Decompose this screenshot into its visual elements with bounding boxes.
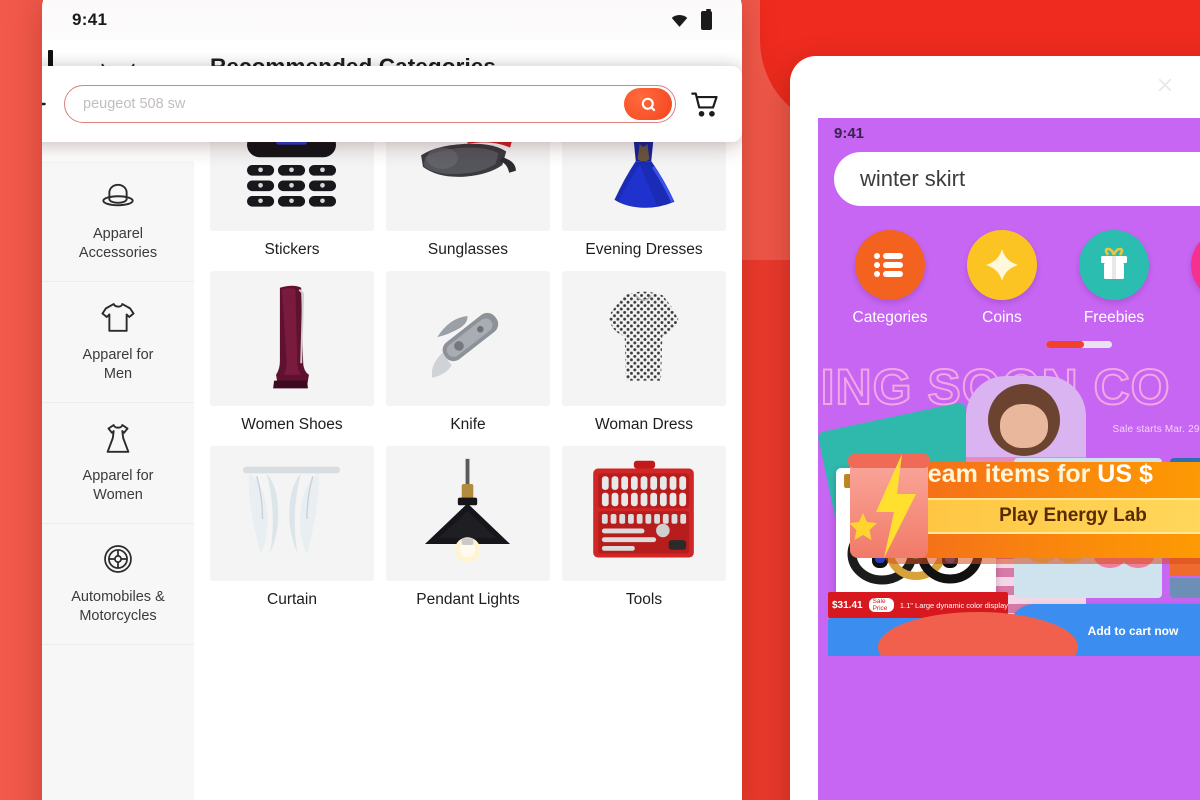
category-card[interactable]: Tools [562,446,726,609]
recommended-categories-panel: Recommended Categories [194,40,742,800]
quick-action-row: Categories Coins Freebies [818,206,1200,327]
category-card[interactable]: Pendant Lights [386,446,550,609]
tablet-clock: 9:41 [72,10,108,29]
banner-title-bold: US $ [1097,460,1153,488]
sidebar-item-label: Automobiles & Motorcycles [71,589,165,624]
category-label: Woman Dress [595,416,693,433]
carousel-progress-bar[interactable] [1046,341,1112,348]
sidebar-item-apparel-for-men[interactable]: Apparel for Men [42,282,194,403]
category-card[interactable]: Woman Dress [562,271,726,434]
product-feature: 1.1" Large dynamic color display [899,600,1008,610]
folding-knife-image [386,271,550,406]
category-label: Curtain [267,591,317,608]
quick-action-categories[interactable]: Categories [846,230,934,327]
list-icon [855,230,925,300]
sale-start-note: Sale starts Mar. 29, 0:00 PT [1112,424,1200,435]
energy-lab-promo-banner[interactable]: Dream items for US $ Play Energy Lab [846,448,1200,568]
phone-search-bar[interactable]: winter skirt [834,152,1200,206]
category-label: Sunglasses [427,241,509,258]
search-overlay-bar [42,66,742,142]
phone-screen: 9:41 winter skirt Categories Coins Freeb… [818,118,1200,800]
banner-title: Dream items for US $ [900,460,1153,489]
battery-icon [701,8,712,30]
coin-star-icon [967,230,1037,300]
carousel-progress-fill [1046,341,1085,348]
sidebar-item-automobiles-motorcycles[interactable]: Automobiles & Motorcycles [42,524,194,645]
search-input[interactable] [83,96,624,112]
category-sidebar[interactable]: PopularCategories ApparelAccessories [42,40,194,800]
category-label: Knife [450,416,486,433]
tshirt-icon [97,298,139,336]
category-label: Women Shoes [241,416,343,433]
phone-status-bar: 9:41 [818,118,1200,148]
price-tag-percent-icon: % [1191,230,1200,300]
wifi-icon [670,13,689,28]
hat-icon [97,177,139,215]
quick-action-slash[interactable]: % Slash [1182,230,1200,327]
search-button[interactable] [624,88,672,120]
category-card[interactable]: Knife [386,271,550,434]
category-grid: Stickers Sunglasses Evening Dresses Wome… [210,96,726,609]
category-card[interactable]: Women Shoes [210,271,374,434]
sidebar-item-apparel-accessories[interactable]: Apparel Accessories [42,161,194,282]
sidebar-item-label: Apparel for Men [82,347,154,382]
quick-action-label: Categories [852,309,928,326]
polkadot-dress-image [562,271,726,406]
wheel-icon [97,540,139,578]
sidebar-item-label: Apparel Accessories [78,226,158,261]
price-label: Sale Price [868,598,894,612]
lightning-bolt-icon [870,454,922,558]
close-icon[interactable] [1156,76,1174,94]
category-label: Evening Dresses [585,241,703,258]
shopping-cart-icon[interactable] [690,90,720,118]
search-field-wrapper[interactable] [64,85,676,123]
quick-action-label: Coins [982,309,1022,326]
tablet-device: 9:41 PopularCategories [42,0,742,800]
product-price: $31.41 [832,599,863,611]
quick-action-coins[interactable]: Coins [958,230,1046,327]
pendant-lamp-image [386,446,550,581]
category-label: Tools [625,591,663,608]
sidebar-item-label: Apparel for Women [82,468,154,503]
status-icons [670,8,712,30]
banner-title-plain: Dream items for [900,460,1098,488]
phone-device: 9:41 winter skirt Categories Coins Freeb… [790,56,1200,800]
tablet-status-bar: 9:41 [42,0,742,40]
star-icon [848,512,878,542]
category-label: Stickers [264,241,320,258]
phone-search-value: winter skirt [860,166,966,191]
dress-icon [97,419,139,457]
toolbox-image [562,446,726,581]
quick-action-freebies[interactable]: Freebies [1070,230,1158,327]
curtain-image [210,446,374,581]
sidebar-item-apparel-for-women[interactable]: Apparel for Women [42,403,194,524]
play-energy-lab-button[interactable]: Play Energy Lab [908,498,1200,534]
gift-icon [1079,230,1149,300]
category-label: Pendant Lights [416,591,520,608]
category-card[interactable]: Curtain [210,446,374,609]
phone-clock: 9:41 [834,124,865,142]
tablet-page: PopularCategories ApparelAccessories [42,40,742,800]
tall-boot-image [210,271,374,406]
back-arrow-icon[interactable] [42,91,50,117]
quick-action-label: Freebies [1083,309,1145,326]
